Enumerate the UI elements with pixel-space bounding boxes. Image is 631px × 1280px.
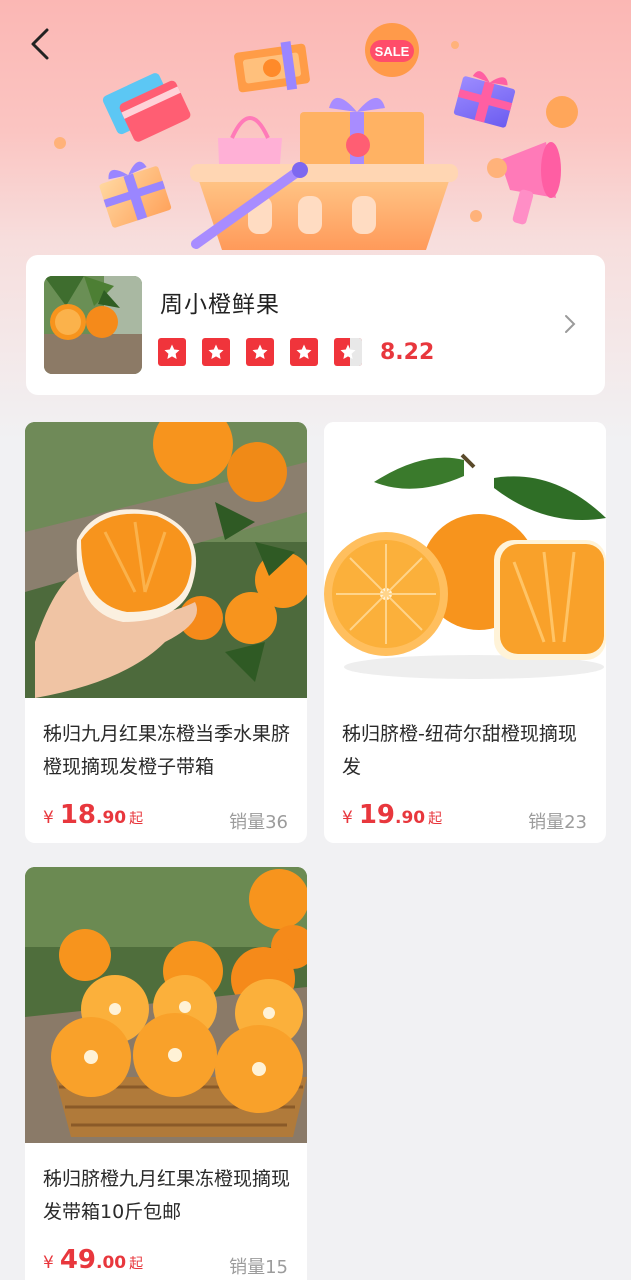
star-icon bbox=[158, 338, 186, 366]
product-price: ¥ 19 .90 起 bbox=[342, 800, 443, 830]
product-image bbox=[25, 867, 307, 1143]
product-price: ¥ 49 .00 起 bbox=[43, 1245, 144, 1275]
product-title: 秭归脐橙九月红果冻橙现摘现发带箱10斤包邮 bbox=[43, 1168, 291, 1223]
product-image bbox=[25, 422, 307, 698]
chevron-right-icon bbox=[563, 313, 577, 339]
shop-avatar bbox=[44, 276, 142, 374]
star-icon bbox=[246, 338, 274, 366]
shop-name: 周小橙鲜果 bbox=[160, 292, 280, 318]
product-title: 秭归九月红果冻橙当季水果脐橙现摘现发橙子带箱 bbox=[43, 723, 291, 778]
shop-rating: 8.22 bbox=[158, 337, 434, 367]
product-title: 秭归脐橙-纽荷尔甜橙现摘现发 bbox=[342, 723, 577, 778]
star-icon bbox=[202, 338, 230, 366]
product-card[interactable]: 秭归脐橙九月红果冻橙现摘现发带箱10斤包邮 ¥ 49 .00 起 销量15 bbox=[25, 867, 307, 1280]
shop-page: SALE 周小橙鲜果 8.22 秭归九月红果冻橙当季水果脐橙现摘现发橙子带箱 ¥… bbox=[0, 0, 631, 1280]
shop-score: 8.22 bbox=[380, 339, 435, 365]
svg-text:SALE: SALE bbox=[375, 44, 410, 59]
product-image bbox=[324, 422, 606, 698]
half-star-icon bbox=[334, 338, 362, 366]
shopping-banner-illustration: SALE bbox=[54, 23, 578, 250]
star-icon bbox=[290, 338, 318, 366]
product-sales: 销量23 bbox=[528, 812, 587, 833]
product-sales: 销量36 bbox=[229, 812, 288, 833]
shop-info-card[interactable]: 周小橙鲜果 8.22 bbox=[26, 255, 605, 395]
product-price: ¥ 18 .90 起 bbox=[43, 800, 144, 830]
back-button[interactable] bbox=[20, 22, 60, 66]
chevron-left-icon bbox=[31, 28, 49, 60]
product-sales: 销量15 bbox=[229, 1257, 288, 1278]
product-card[interactable]: 秭归九月红果冻橙当季水果脐橙现摘现发橙子带箱 ¥ 18 .90 起 销量36 bbox=[25, 422, 307, 843]
product-card[interactable]: 秭归脐橙-纽荷尔甜橙现摘现发 ¥ 19 .90 起 销量23 bbox=[324, 422, 606, 843]
